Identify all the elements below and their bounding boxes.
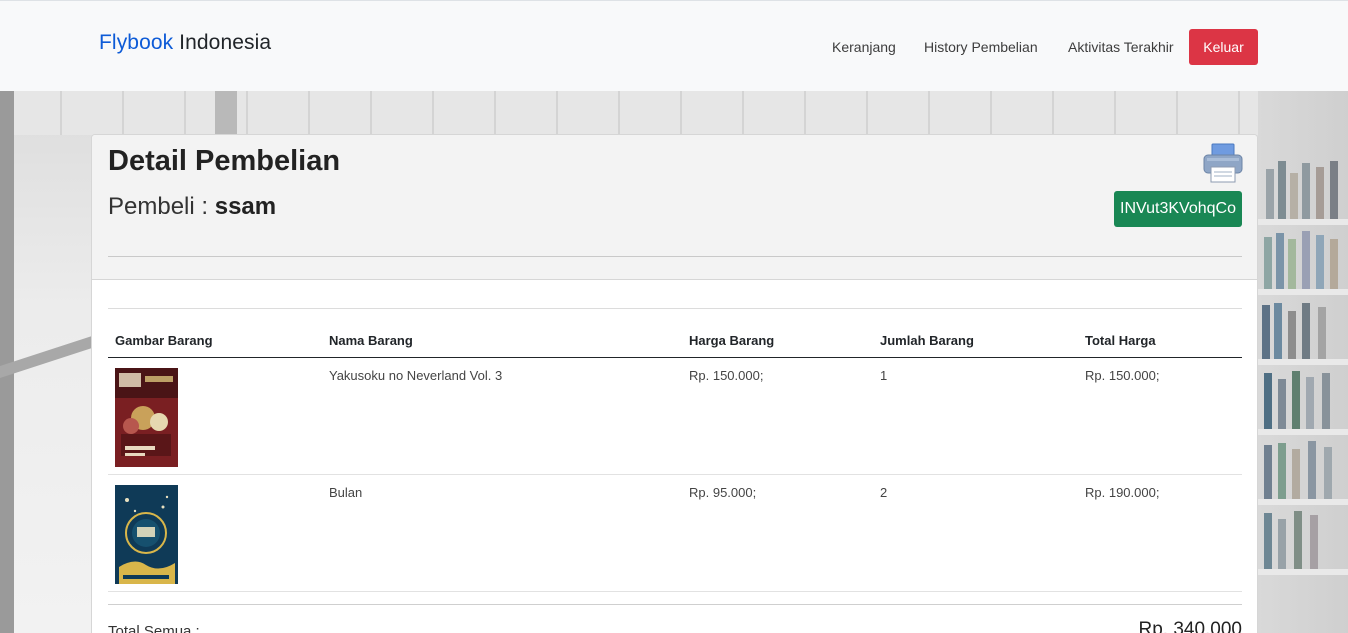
item-name: Yakusoku no Neverland Vol. 3: [322, 357, 682, 475]
column-header-name: Nama Barang: [322, 325, 682, 358]
nav-link-cart[interactable]: Keranjang: [832, 39, 896, 55]
page-title: Detail Pembelian: [108, 145, 341, 177]
table-header-row: Gambar Barang Nama Barang Harga Barang J…: [108, 325, 1242, 358]
card-header: Detail Pembelian Pembeli : ssam INVut3KV…: [92, 135, 1257, 280]
book-cover-image: [115, 368, 178, 467]
column-header-image: Gambar Barang: [108, 325, 322, 358]
purchase-items-table: Gambar Barang Nama Barang Harga Barang J…: [108, 325, 1242, 592]
item-image-cell: [108, 357, 322, 475]
table-row: Bulan Rp. 95.000; 2 Rp. 190.000;: [108, 474, 1242, 592]
bookshelf-decoration: [1258, 91, 1348, 633]
ceiling-decoration: [0, 91, 1348, 135]
nav-link-recent-activity[interactable]: Aktivitas Terakhir: [1068, 39, 1174, 55]
brand-logo[interactable]: Flybook Indonesia: [99, 31, 271, 55]
column-header-total: Total Harga: [1078, 325, 1242, 358]
grand-total-value: Rp. 340.000: [1138, 619, 1242, 633]
purchase-detail-card: Detail Pembelian Pembeli : ssam INVut3KV…: [91, 134, 1258, 633]
total-label: Total Semua :: [108, 623, 200, 633]
book-cover-image: [115, 485, 178, 584]
brand-name-primary: Flybook: [99, 31, 174, 54]
invoice-code-badge: INVut3KVohqCo: [1114, 191, 1242, 227]
item-price: Rp. 150.000;: [682, 357, 873, 475]
item-name: Bulan: [322, 474, 682, 592]
item-quantity: 1: [873, 357, 1078, 475]
printer-icon[interactable]: [1202, 143, 1244, 183]
column-header-quantity: Jumlah Barang: [873, 325, 1078, 358]
top-navbar: Flybook Indonesia Keranjang History Pemb…: [0, 0, 1348, 91]
item-price: Rp. 95.000;: [682, 474, 873, 592]
buyer-name: ssam: [214, 193, 277, 220]
buyer-info: Pembeli : ssam: [108, 193, 276, 221]
item-quantity: 2: [873, 474, 1078, 592]
table-row: Yakusoku no Neverland Vol. 3 Rp. 150.000…: [108, 357, 1242, 475]
item-total: Rp. 150.000;: [1078, 357, 1242, 475]
brand-name-secondary: Indonesia: [179, 31, 272, 54]
nav-link-purchase-history[interactable]: History Pembelian: [924, 39, 1038, 55]
item-image-cell: [108, 474, 322, 592]
item-total: Rp. 190.000;: [1078, 474, 1242, 592]
header-divider: [108, 256, 1242, 257]
ceiling-pillar: [215, 91, 237, 135]
buyer-label: Pembeli :: [108, 193, 209, 220]
column-header-price: Harga Barang: [682, 325, 873, 358]
body-divider: [108, 308, 1242, 309]
total-divider: [108, 604, 1242, 605]
logout-button[interactable]: Keluar: [1189, 29, 1258, 65]
